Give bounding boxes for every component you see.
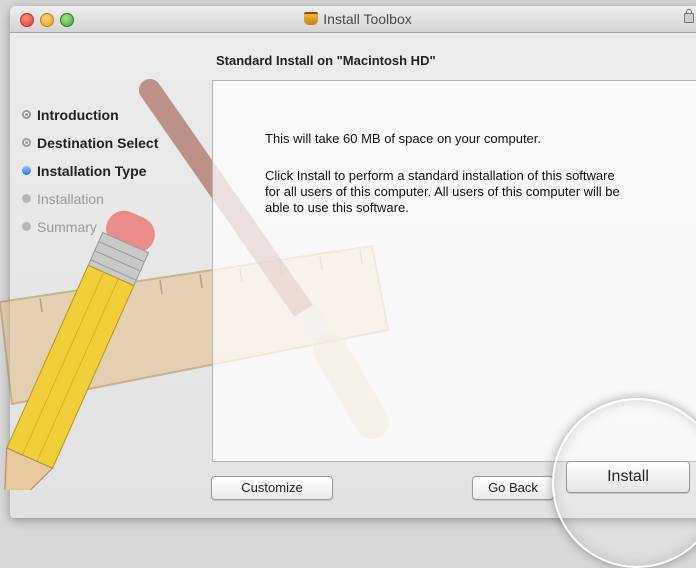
- window-title: Install Toolbox: [323, 11, 412, 27]
- panel-title: Standard Install on "Macintosh HD": [216, 53, 436, 68]
- customize-button[interactable]: Customize: [211, 476, 333, 500]
- window-title-container: Install Toolbox: [10, 11, 696, 27]
- step-label: Summary: [37, 219, 97, 235]
- step-label: Destination Select: [37, 135, 159, 151]
- step-summary: Summary: [22, 218, 158, 246]
- step-label: Introduction: [37, 107, 119, 123]
- title-bar[interactable]: Install Toolbox: [10, 6, 696, 33]
- lock-icon: [684, 9, 694, 23]
- step-installation-type: Installation Type: [22, 162, 158, 190]
- step-pending-icon: [22, 222, 31, 231]
- step-destination-select: Destination Select: [22, 134, 158, 162]
- go-back-button[interactable]: Go Back: [472, 476, 554, 500]
- step-done-icon: [22, 138, 31, 147]
- install-steps-sidebar: Introduction Destination Select Installa…: [22, 106, 158, 246]
- install-description-text: Click Install to perform a standard inst…: [265, 168, 620, 215]
- step-introduction: Introduction: [22, 106, 158, 134]
- step-label: Installation: [37, 191, 104, 207]
- step-label: Installation Type: [37, 163, 147, 179]
- step-pending-icon: [22, 194, 31, 203]
- space-requirement-text: This will take 60 MB of space on your co…: [265, 131, 542, 146]
- install-button[interactable]: Install: [566, 461, 690, 493]
- step-installation: Installation: [22, 190, 158, 218]
- package-icon: [304, 12, 319, 25]
- step-done-icon: [22, 110, 31, 119]
- step-current-icon: [22, 166, 31, 175]
